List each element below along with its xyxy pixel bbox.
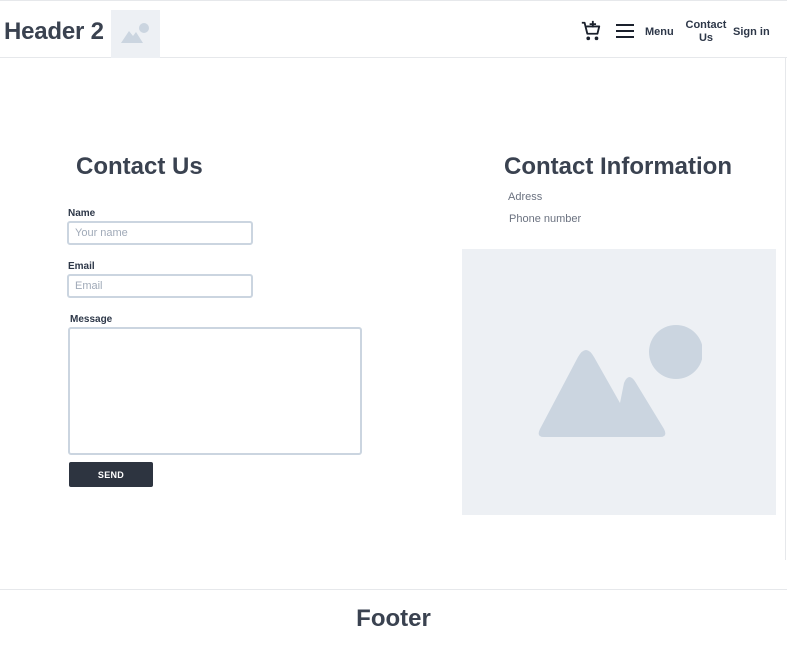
name-input[interactable]	[67, 221, 253, 245]
phone-text: Phone number	[509, 213, 582, 225]
footer-title: Footer	[356, 605, 431, 632]
page-divider	[785, 58, 786, 560]
site-brand[interactable]: Header 2	[4, 18, 104, 46]
message-label: Message	[70, 314, 113, 325]
map-placeholder	[462, 249, 776, 515]
logo-placeholder	[111, 10, 160, 58]
email-input[interactable]	[67, 274, 253, 298]
image-placeholder-icon	[538, 325, 702, 437]
site-footer: Footer	[0, 589, 787, 655]
hamburger-icon[interactable]	[614, 21, 636, 41]
address-text: Adress	[508, 191, 543, 203]
nav-contact-link[interactable]: Contact Us	[684, 19, 728, 45]
contact-form-title: Contact Us	[76, 153, 203, 180]
image-placeholder-icon	[121, 23, 149, 43]
nav-signin-link[interactable]: Sign in	[733, 26, 770, 39]
name-label: Name	[68, 208, 96, 219]
email-label: Email	[68, 261, 95, 272]
nav-menu-link[interactable]: Menu	[645, 26, 674, 39]
message-textarea[interactable]	[68, 327, 362, 455]
send-button[interactable]: SEND	[69, 462, 153, 487]
contact-info-title: Contact Information	[504, 153, 732, 180]
cart-add-icon[interactable]	[580, 20, 602, 42]
site-header: Header 2 Menu Contact Us Sign in	[0, 0, 787, 58]
